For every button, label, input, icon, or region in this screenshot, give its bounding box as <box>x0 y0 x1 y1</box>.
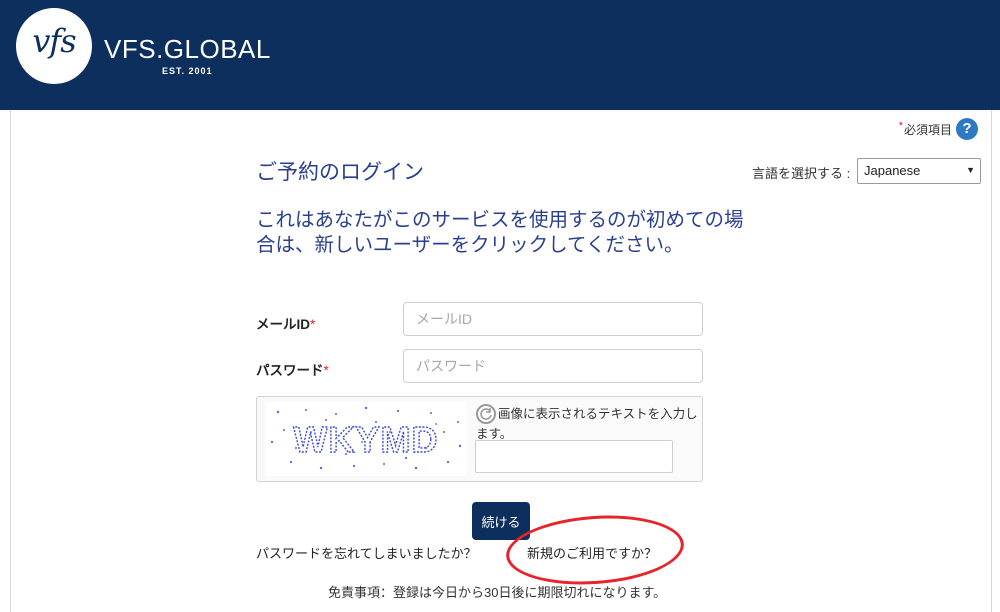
disclaimer-text: 免責事項：登録は今日から30日後に期限切れになります。 <box>328 585 667 600</box>
captcha-input[interactable] <box>475 440 673 473</box>
intro-text: これはあなたがこのサービスを使用するのが初めての場合は、新しいユーザーをクリック… <box>256 209 744 256</box>
required-asterisk: * <box>898 120 903 132</box>
captcha-instruction: 画像に表示されるテキストを入力します。 <box>476 407 698 441</box>
logo-mark: vfs <box>32 22 76 60</box>
brand-name: VFS.GLOBAL <box>104 34 271 64</box>
password-label-text: パスワード <box>256 363 324 378</box>
captcha-text: WKYMD <box>294 419 439 460</box>
password-label: パスワード* <box>256 359 329 379</box>
forgot-password-link[interactable]: パスワードを忘れてしまいましたか？ <box>256 543 477 562</box>
required-fields-label: 必須項目 <box>903 122 952 137</box>
email-label-text: メールID <box>256 317 310 332</box>
language-select[interactable]: Japanese ▼ <box>857 158 981 184</box>
chevron-down-icon: ▼ <box>966 165 975 175</box>
language-selected-value: Japanese <box>864 163 921 178</box>
email-field[interactable] <box>403 302 703 336</box>
language-label: 言語を選択する : <box>752 166 851 181</box>
email-required-mark: * <box>310 317 316 332</box>
page-title: ご予約のログイン <box>256 161 424 184</box>
password-required-mark: * <box>323 363 329 378</box>
vfs-logo-icon[interactable]: vfs <box>16 8 92 84</box>
required-fields-note: * 必須項目 ? <box>899 118 978 140</box>
help-icon[interactable]: ? <box>956 118 978 140</box>
brand-established: EST. 2001 <box>162 66 213 76</box>
captcha-image: WKYMD <box>266 402 466 476</box>
password-field[interactable] <box>403 349 703 383</box>
email-label: メールID* <box>256 313 315 333</box>
site-header: vfs VFS.GLOBAL EST. 2001 <box>0 0 1000 110</box>
